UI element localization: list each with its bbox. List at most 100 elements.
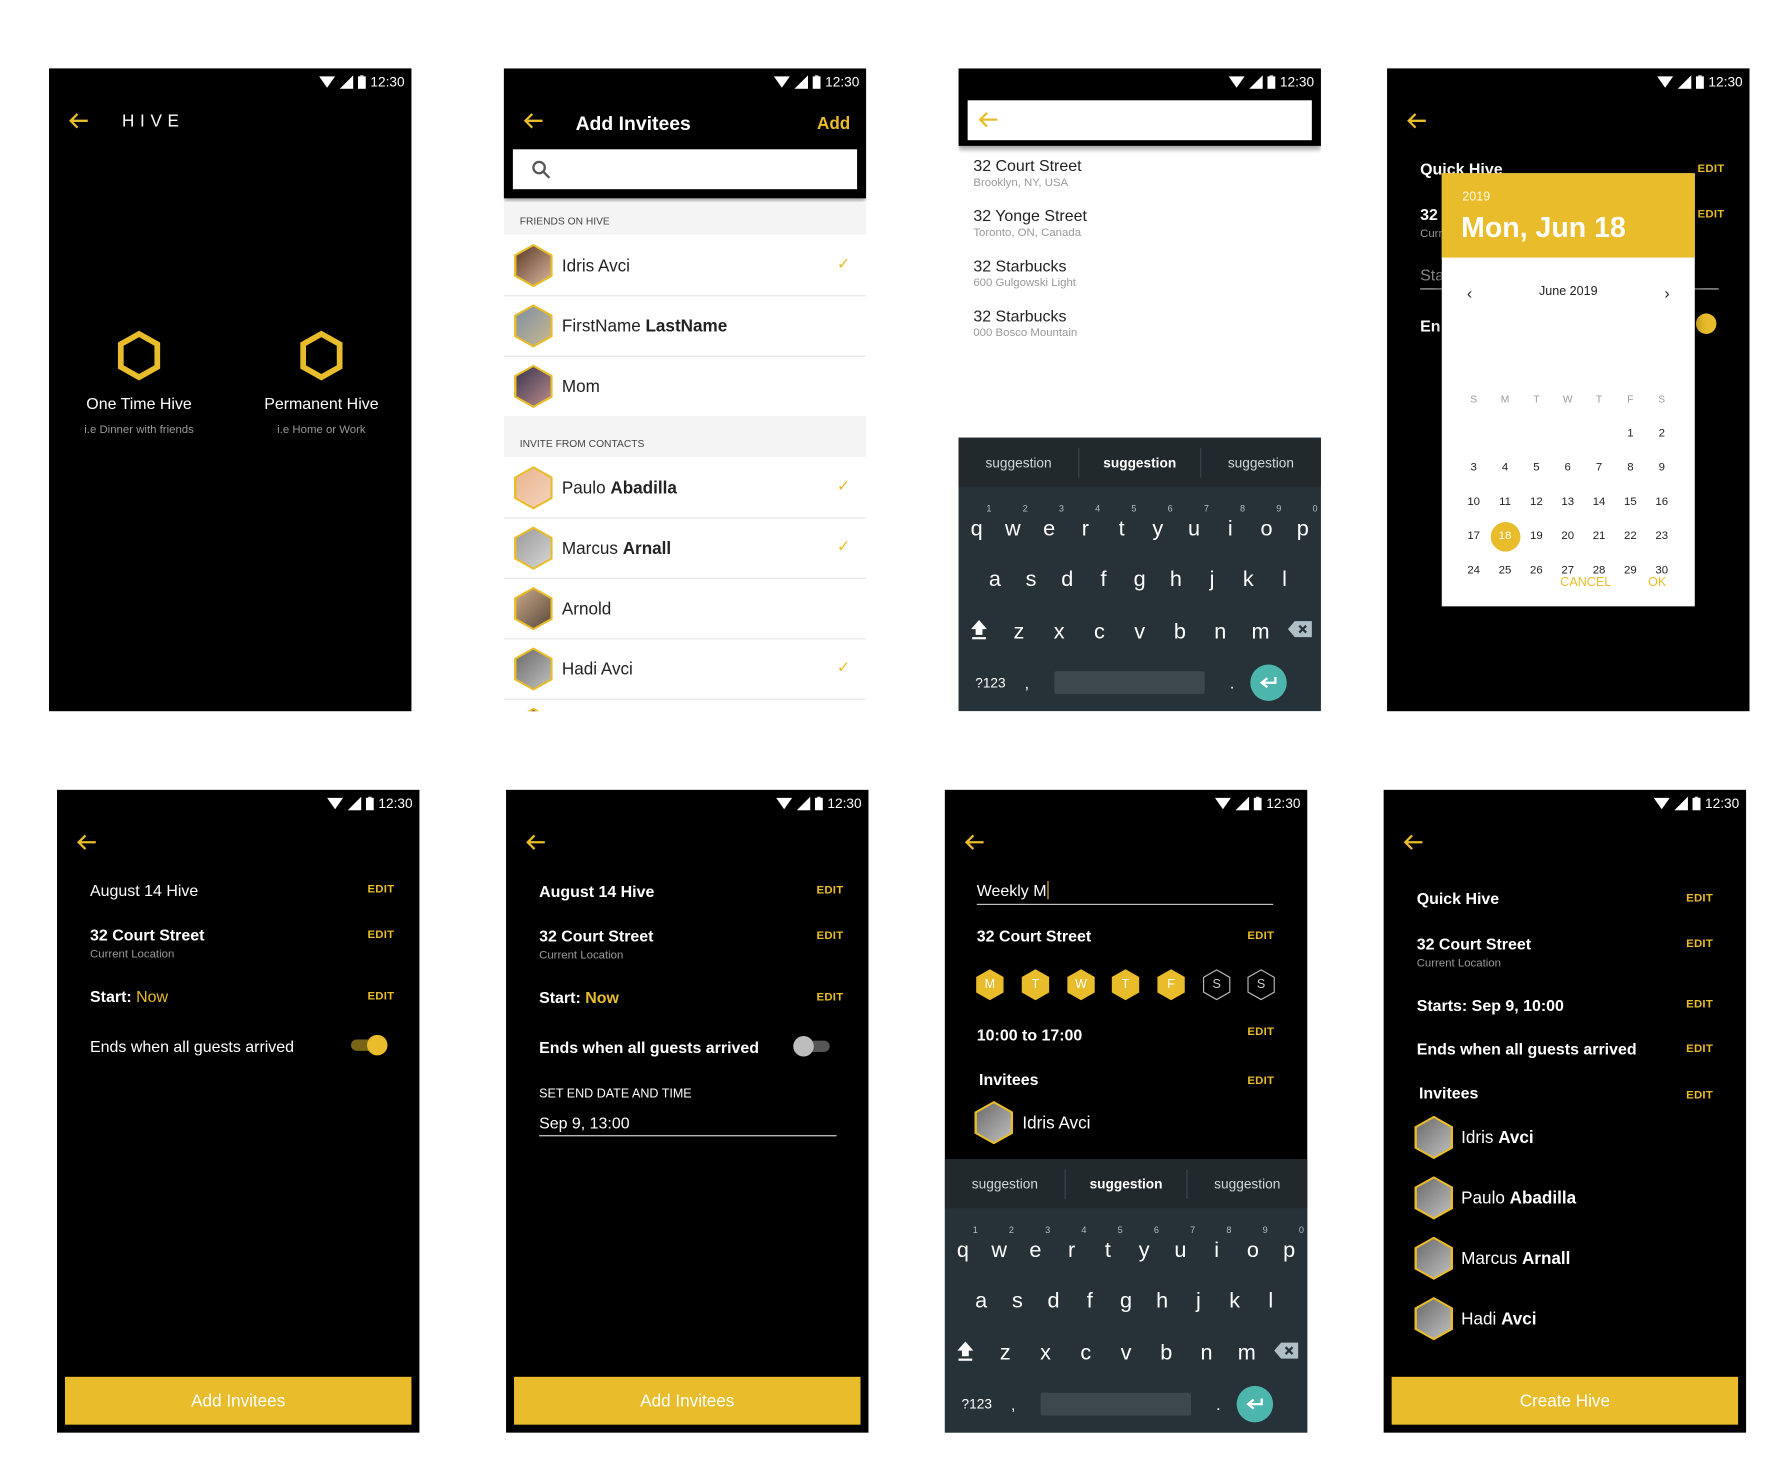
shift-key[interactable] <box>949 1340 981 1367</box>
key-t[interactable]: t5 <box>1106 504 1138 542</box>
key-y[interactable]: y6 <box>1142 504 1174 542</box>
suggestion-item[interactable]: suggestion <box>1187 1169 1307 1199</box>
calendar-day[interactable]: 6 <box>1553 454 1583 484</box>
day-toggle-5[interactable]: S <box>1202 969 1231 1001</box>
key-u[interactable]: u7 <box>1164 1225 1196 1264</box>
location-input[interactable] <box>967 100 1312 141</box>
edit-invitees-button[interactable]: EDIT <box>1686 1090 1713 1103</box>
back-arrow-icon[interactable] <box>1402 833 1425 851</box>
key-m[interactable]: m <box>1231 1341 1263 1366</box>
location-result[interactable]: 32 Yonge Street Toronto, ON, Canada <box>973 206 1304 239</box>
invitee-item[interactable]: Idris Avci <box>974 1100 1270 1147</box>
calendar-day[interactable]: 22 <box>1616 522 1646 552</box>
list-item[interactable]: Paulo Abadilla ✓ <box>503 458 867 519</box>
location-result[interactable]: 32 Starbucks 000 Bosco Mountain <box>973 307 1304 340</box>
back-arrow-icon[interactable] <box>524 833 547 851</box>
edit-start-button[interactable]: EDIT <box>1686 998 1713 1011</box>
day-toggle-0[interactable]: M <box>976 969 1004 1001</box>
list-item[interactable]: Idris Avci ✓ <box>503 236 867 297</box>
ends-toggle[interactable] <box>1695 313 1717 334</box>
symbols-key[interactable]: ?123 <box>954 1396 1000 1412</box>
key-t[interactable]: t5 <box>1092 1225 1124 1264</box>
option-permanent-hive[interactable]: Permanent Hive i.e Home or Work <box>236 330 407 437</box>
key-p[interactable]: p0 <box>1273 1225 1305 1264</box>
calendar-day[interactable]: 9 <box>1647 454 1677 484</box>
key-x[interactable]: x <box>1043 620 1075 645</box>
period-key[interactable]: . <box>1205 1395 1232 1413</box>
back-arrow-icon[interactable] <box>1405 112 1428 130</box>
list-item[interactable]: Mom <box>503 357 867 418</box>
list-item[interactable] <box>504 700 866 712</box>
back-arrow-icon[interactable] <box>522 112 545 130</box>
key-w[interactable]: w2 <box>997 504 1029 542</box>
start-field[interactable]: Sta <box>1420 266 1444 284</box>
add-invitees-button[interactable]: Add Invitees <box>64 1376 412 1425</box>
add-button[interactable]: Add <box>817 114 850 133</box>
edit-time-button[interactable]: EDIT <box>1247 1026 1274 1039</box>
calendar-day[interactable]: 20 <box>1553 522 1583 552</box>
key-y[interactable]: y6 <box>1128 1225 1160 1264</box>
calendar-day[interactable]: 17 <box>1459 522 1489 552</box>
edit-start-button[interactable]: EDIT <box>817 992 844 1005</box>
suggestion-item[interactable]: suggestion <box>1080 447 1201 477</box>
edit-address-button[interactable]: EDIT <box>1686 938 1713 951</box>
hive-name-input[interactable]: Weekly M​ <box>976 881 1274 905</box>
invitee-item[interactable]: Idris Avci <box>1414 1115 1710 1162</box>
edit-start-button[interactable]: EDIT <box>367 990 394 1003</box>
end-date-input[interactable]: Sep 9, 13:00 <box>539 1114 837 1137</box>
key-j[interactable]: j <box>1196 568 1228 593</box>
calendar-day[interactable]: 7 <box>1584 454 1614 484</box>
calendar-day[interactable]: 24 <box>1459 556 1489 586</box>
calendar-day[interactable]: 1 <box>1616 419 1646 449</box>
edit-address-button[interactable]: EDIT <box>367 929 394 942</box>
key-j[interactable]: j <box>1182 1289 1214 1314</box>
key-r[interactable]: r4 <box>1069 504 1101 542</box>
key-f[interactable]: f <box>1088 568 1120 593</box>
back-arrow-icon[interactable] <box>75 833 98 851</box>
create-hive-button[interactable]: Create Hive <box>1391 1376 1739 1425</box>
key-d[interactable]: d <box>1051 568 1083 593</box>
option-one-time-hive[interactable]: One Time Hive i.e Dinner with friends <box>54 330 225 437</box>
key-d[interactable]: d <box>1038 1289 1070 1314</box>
day-toggle-2[interactable]: W <box>1067 969 1095 1001</box>
period-key[interactable]: . <box>1218 674 1245 692</box>
search-input[interactable] <box>512 149 858 190</box>
key-l[interactable]: l <box>1269 568 1301 593</box>
edit-invitees-button[interactable]: EDIT <box>1247 1075 1274 1088</box>
backspace-key[interactable] <box>1271 1341 1303 1366</box>
key-o[interactable]: o9 <box>1251 504 1283 542</box>
key-s[interactable]: s <box>1015 568 1047 593</box>
suggestion-item[interactable]: suggestion <box>959 447 1080 477</box>
edit-address-button[interactable]: EDIT <box>1247 930 1274 943</box>
key-x[interactable]: x <box>1030 1341 1062 1366</box>
calendar-day[interactable]: 18 <box>1490 522 1520 552</box>
key-o[interactable]: o9 <box>1237 1225 1269 1264</box>
key-a[interactable]: a <box>979 568 1011 593</box>
calendar-day[interactable]: 4 <box>1490 454 1520 484</box>
invitee-item[interactable]: Hadi Avci <box>1414 1297 1710 1343</box>
space-key[interactable] <box>1040 1392 1192 1416</box>
key-c[interactable]: c <box>1083 620 1115 645</box>
back-arrow-icon[interactable] <box>963 833 986 851</box>
edit-title-button[interactable]: EDIT <box>1686 892 1713 905</box>
key-q[interactable]: q1 <box>947 1225 979 1264</box>
backspace-key[interactable] <box>1285 620 1317 645</box>
key-m[interactable]: m <box>1245 620 1277 645</box>
list-item[interactable]: Marcus Arnall ✓ <box>503 519 867 579</box>
day-toggle-4[interactable]: F <box>1157 969 1185 1001</box>
list-item[interactable]: Arnold <box>503 579 867 640</box>
add-invitees-button[interactable]: Add Invitees <box>514 1376 861 1425</box>
key-l[interactable]: l <box>1255 1289 1287 1314</box>
enter-key[interactable] <box>1236 1385 1274 1423</box>
calendar-day[interactable]: 3 <box>1459 454 1489 484</box>
day-toggle-1[interactable]: T <box>1021 969 1050 1001</box>
calendar-day[interactable]: 19 <box>1522 522 1552 552</box>
calendar-day[interactable]: 15 <box>1616 488 1646 518</box>
key-k[interactable]: k <box>1232 568 1264 593</box>
shift-key[interactable] <box>963 619 995 646</box>
space-key[interactable] <box>1054 671 1205 695</box>
calendar-day[interactable]: 14 <box>1584 488 1614 518</box>
key-q[interactable]: q1 <box>961 504 993 542</box>
calendar-day[interactable]: 12 <box>1522 488 1552 518</box>
year-label[interactable]: 2019 <box>1462 190 1490 204</box>
